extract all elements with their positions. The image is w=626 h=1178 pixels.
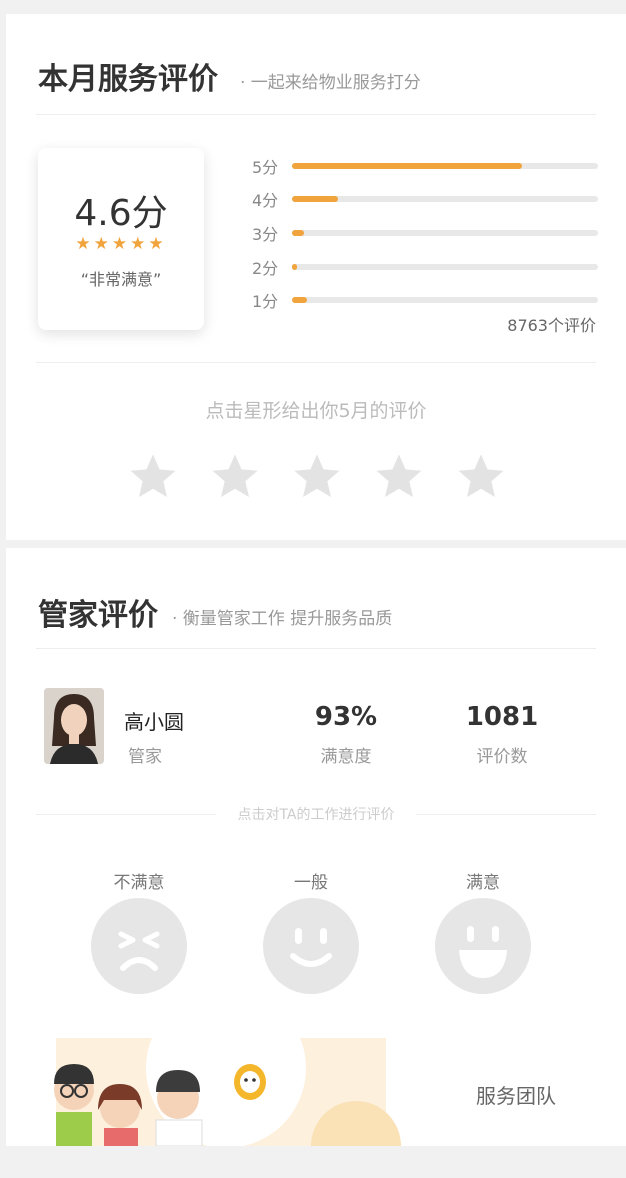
team-illustration [54, 1028, 401, 1146]
rating-bar-row: 4分 [252, 187, 598, 210]
rating-bar-track [292, 230, 598, 236]
butler-rating-subtitle: · 衡量管家工作 提升服务品质 [172, 609, 393, 629]
score-verdict: “非常满意” [80, 270, 162, 289]
face-label-unhappy: 不满意 [113, 873, 165, 893]
star-4-icon[interactable] [372, 450, 426, 504]
monthly-rating-subtitle: · 一起来给物业服务打分 [240, 73, 421, 93]
star-2-icon[interactable] [208, 450, 262, 504]
rating-bar-track [292, 196, 598, 202]
rating-bar-fill [292, 196, 338, 202]
face-label-happy: 满意 [466, 873, 500, 893]
rating-bar-label: 2分 [252, 259, 279, 278]
butler-role: 管家 [128, 747, 162, 767]
rating-bar-row: 3分 [252, 221, 598, 244]
reviews-value: 1081 [465, 702, 539, 732]
neutral-face-icon[interactable] [263, 898, 359, 994]
rating-bar-fill [292, 163, 522, 169]
rating-bar-label: 4分 [252, 191, 279, 210]
star-rating-hint: 点击星形给出你5月的评价 [205, 400, 427, 422]
rating-count: 8763个评价 [507, 316, 596, 335]
satisfaction-label: 满意度 [320, 747, 372, 767]
star-5-icon[interactable] [454, 450, 508, 504]
monthly-rating-card: 本月服务评价 · 一起来给物业服务打分 4.6分 ★★★★★ “非常满意” 5分… [6, 14, 626, 540]
unhappy-face-icon[interactable] [91, 898, 187, 994]
rating-bar-fill [292, 264, 297, 270]
average-score: 4.6分 [74, 193, 168, 234]
rating-bar-fill [292, 230, 305, 236]
divider [36, 648, 596, 649]
star-1-icon[interactable] [126, 450, 180, 504]
rating-bar-track [292, 163, 598, 169]
satisfaction-value: 93% [314, 702, 378, 732]
rating-bar-track [292, 264, 598, 270]
butler-rating-title: 管家评价 [38, 598, 158, 633]
avatar [44, 688, 104, 764]
divider [36, 362, 596, 363]
rating-bar-label: 5分 [252, 158, 279, 177]
rating-bar-track [292, 297, 598, 303]
monthly-rating-title: 本月服务评价 [38, 62, 218, 97]
happy-face-icon[interactable] [435, 898, 531, 994]
star-3-icon[interactable] [290, 450, 344, 504]
service-team-label: 服务团队 [476, 1084, 556, 1108]
score-stars-icon: ★★★★★ [75, 234, 167, 254]
butler-rating-card: 管家评价 · 衡量管家工作 提升服务品质 高小圆 管家 93% 满意度 1081… [6, 548, 626, 1028]
rating-bar-row: 5分 [252, 154, 598, 177]
rating-bar-label: 1分 [252, 292, 279, 311]
butler-rating-hint: 点击对TA的工作进行评价 [237, 807, 395, 823]
divider [36, 114, 596, 115]
service-team-banner[interactable]: 服务团队 [6, 1028, 626, 1146]
rating-bar-fill [292, 297, 308, 303]
face-label-neutral: 一般 [294, 873, 328, 893]
star-rating-input [126, 450, 516, 510]
butler-name: 高小圆 [124, 710, 184, 734]
rating-bar-label: 3分 [252, 225, 279, 244]
reviews-label: 评价数 [476, 747, 528, 767]
rating-bar-row: 1分 [252, 288, 598, 311]
score-summary: 4.6分 ★★★★★ “非常满意” [38, 148, 204, 330]
rating-bar-row: 2分 [252, 255, 598, 278]
